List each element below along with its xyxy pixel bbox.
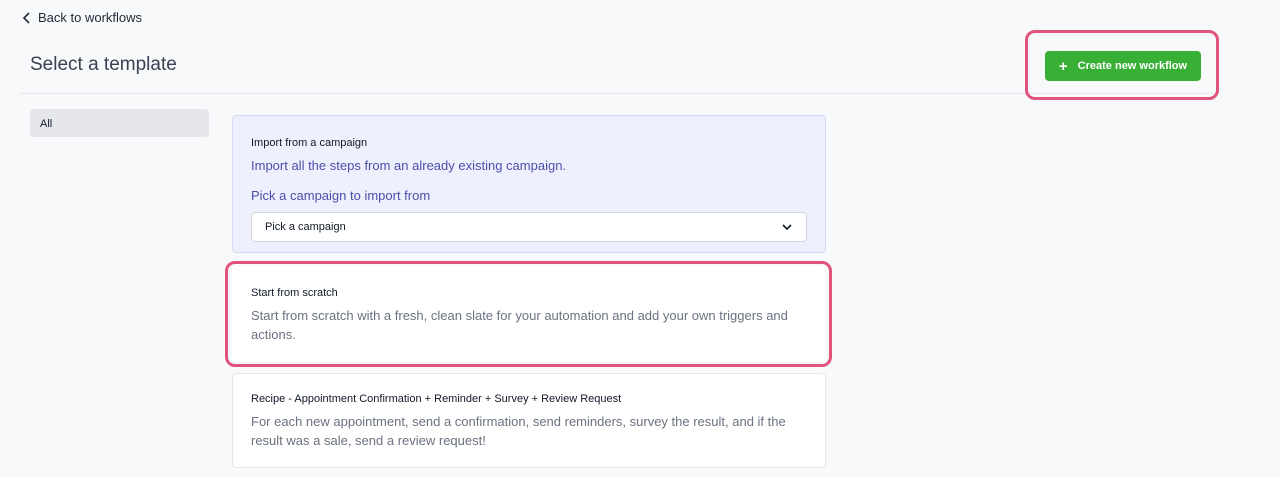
pick-campaign-label: Pick a campaign to import from bbox=[251, 188, 431, 203]
campaign-select[interactable]: Pick a campaign bbox=[251, 212, 807, 242]
import-card-title: Import from a campaign bbox=[251, 137, 368, 149]
back-link-label: Back to workflows bbox=[38, 10, 143, 25]
import-card-description: Import all the steps from an already exi… bbox=[251, 158, 567, 173]
create-button-label: Create new workflow bbox=[1077, 60, 1188, 72]
create-new-workflow-button[interactable]: + Create new workflow bbox=[1045, 51, 1201, 81]
back-to-workflows-link[interactable]: Back to workflows bbox=[22, 10, 142, 25]
sidebar-item-all[interactable]: All bbox=[30, 109, 209, 137]
recipe-card-description: For each new appointment, send a confirm… bbox=[251, 414, 786, 448]
sidebar-item-label: All bbox=[40, 118, 53, 130]
scratch-card-highlight bbox=[225, 261, 832, 367]
chevron-down-icon bbox=[782, 224, 792, 231]
campaign-select-value: Pick a campaign bbox=[265, 221, 346, 233]
import-campaign-card: Import from a campaign Import all the st… bbox=[232, 115, 826, 253]
chevron-left-icon bbox=[22, 11, 30, 24]
plus-icon: + bbox=[1058, 57, 1068, 75]
page-title: Select a template bbox=[30, 54, 177, 75]
recipe-card-title: Recipe - Appointment Confirmation + Remi… bbox=[251, 393, 622, 405]
recipe-appointment-card[interactable]: Recipe - Appointment Confirmation + Remi… bbox=[232, 373, 826, 468]
